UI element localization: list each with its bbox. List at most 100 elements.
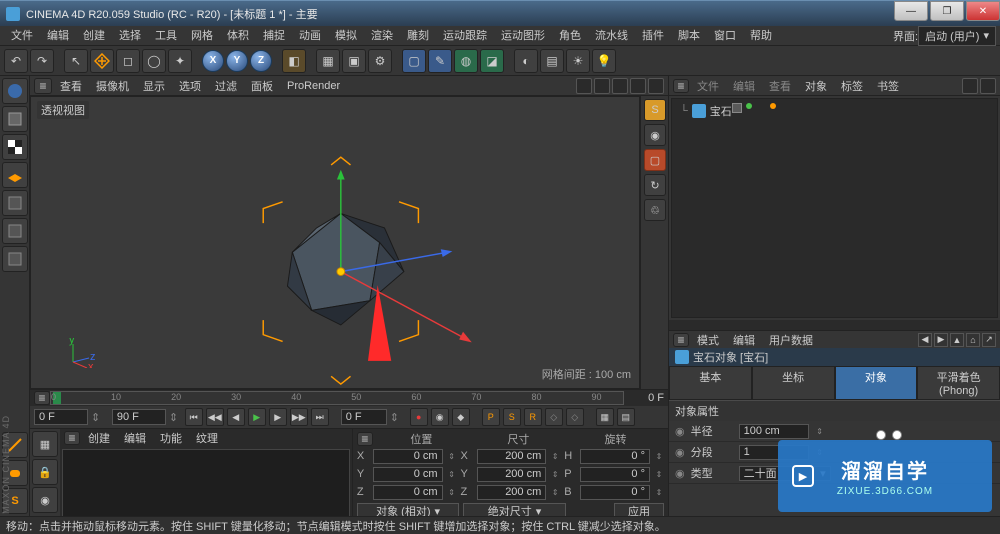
key-pos-button[interactable]: P [482,408,500,426]
viewport-config-icon[interactable]: ≡ [34,78,52,94]
viewport-menu-显示[interactable]: 显示 [137,78,171,94]
menu-工具[interactable]: 工具 [148,26,184,46]
visibility-dot-editor[interactable] [746,103,752,109]
render-region-button[interactable]: ▣ [342,49,366,73]
viewport-menu-查看[interactable]: 查看 [54,78,88,94]
attr-nav-lock[interactable]: ↗ [982,333,996,347]
key-rot-button[interactable]: R [524,408,542,426]
make-editable-button[interactable] [2,78,28,104]
size-X-input[interactable]: 200 cm [477,449,547,464]
object-tree[interactable]: └ 宝石 [671,98,998,318]
select-tool[interactable]: ↖ [64,49,88,73]
mat-tab-创建[interactable]: 创建 [82,430,116,446]
attr-tab-phong[interactable]: 平滑着色(Phong) [917,366,1000,400]
record-button[interactable]: ● [410,408,428,426]
viewport-layout-toggle[interactable] [648,78,664,94]
attr-nav-fwd[interactable]: ▶ [934,333,948,347]
obj-tab-查看[interactable]: 查看 [763,78,797,94]
playback-opt-1[interactable]: ▦ [596,408,614,426]
prev-key-button[interactable]: ◀◀ [206,408,224,426]
key-pla-button[interactable]: ◇ [566,408,584,426]
scale-tool[interactable]: ◻ [116,49,140,73]
close-button[interactable]: ✕ [966,1,1000,21]
next-key-button[interactable]: ▶▶ [290,408,308,426]
polygon-mode-button[interactable] [2,246,28,272]
redo-button[interactable]: ↷ [30,49,54,73]
attr-nav-back[interactable]: ◀ [918,333,932,347]
menu-动画[interactable]: 动画 [292,26,328,46]
attr-tab-edit[interactable]: 编辑 [727,332,761,348]
perspective-viewport[interactable]: 透视视图 [30,96,640,389]
prev-frame-button[interactable]: ◀ [227,408,245,426]
attr-tab-basic[interactable]: 基本 [669,366,752,400]
menu-运动跟踪[interactable]: 运动跟踪 [436,26,494,46]
last-tool[interactable]: ✦ [168,49,192,73]
coord-system-button[interactable]: ◧ [282,49,306,73]
viewport-menu-ProRender[interactable]: ProRender [281,80,346,92]
menu-插件[interactable]: 插件 [635,26,671,46]
menu-文件[interactable]: 文件 [4,26,40,46]
menu-编辑[interactable]: 编辑 [40,26,76,46]
attr-tab-mode[interactable]: 模式 [691,332,725,348]
edge-mode-button[interactable] [2,218,28,244]
key-param-button[interactable]: ◇ [545,408,563,426]
menu-流水线[interactable]: 流水线 [588,26,635,46]
vs-filter-3[interactable]: ▢ [644,149,666,171]
key-scale-button[interactable]: S [503,408,521,426]
menu-帮助[interactable]: 帮助 [743,26,779,46]
play-button[interactable]: ▶ [248,408,266,426]
mat-tab-纹理[interactable]: 纹理 [190,430,224,446]
coord-menu-icon[interactable]: ≡ [357,432,373,446]
tag-button[interactable]: 💡 [592,49,616,73]
maximize-button[interactable]: ❐ [930,1,964,21]
menu-选择[interactable]: 选择 [112,26,148,46]
menu-渲染[interactable]: 渲染 [364,26,400,46]
mat-tab-功能[interactable]: 功能 [154,430,188,446]
viewport-nav-3[interactable] [612,78,628,94]
attr-tab-userdata[interactable]: 用户数据 [763,332,819,348]
attr-menu-icon[interactable]: ≡ [673,333,689,347]
menu-创建[interactable]: 创建 [76,26,112,46]
viewport-menu-面板[interactable]: 面板 [245,78,279,94]
rot-B-input[interactable]: 0 ° [580,485,650,500]
timeline-menu-icon[interactable]: ≡ [34,391,50,405]
render-settings-button[interactable]: ⚙ [368,49,392,73]
rotate-tool[interactable]: ◯ [142,49,166,73]
mat-menu-icon[interactable]: ≡ [64,431,80,445]
viewport-nav-2[interactable] [594,78,610,94]
axis-y-toggle[interactable]: Y [226,50,248,72]
axis-x-toggle[interactable]: X [202,50,224,72]
mat-icon-2[interactable]: 🔒 [32,459,58,485]
undo-button[interactable]: ↶ [4,49,28,73]
viewport-nav-4[interactable] [630,78,646,94]
viewport-nav-1[interactable] [576,78,592,94]
playback-opt-2[interactable]: ▤ [617,408,635,426]
mat-icon-1[interactable]: ▦ [32,431,58,457]
attr-nav-home[interactable]: ⌂ [966,333,980,347]
tree-item-gem[interactable]: └ 宝石 [680,103,989,119]
phong-tag-icon[interactable] [770,103,776,109]
light-button[interactable]: ☀ [566,49,590,73]
keyframe-sel-button[interactable]: ◆ [452,408,470,426]
menu-窗口[interactable]: 窗口 [707,26,743,46]
next-frame-button[interactable]: ▶ [269,408,287,426]
obj-tab-标签[interactable]: 标签 [835,78,869,94]
obj-tab-对象[interactable]: 对象 [799,78,833,94]
menu-雕刻[interactable]: 雕刻 [400,26,436,46]
vs-filter-2[interactable]: ◉ [644,124,666,146]
radius-input[interactable]: 100 cm [739,424,809,439]
viewport-menu-过滤[interactable]: 过滤 [209,78,243,94]
vs-filter-1[interactable]: S [644,99,666,121]
timeline-ruler[interactable]: ≡ 0102030405060708090 0 F [30,390,668,406]
rot-P-input[interactable]: 0 ° [580,467,650,482]
goto-end-button[interactable]: ⏭ [311,408,329,426]
viewport-menu-选项[interactable]: 选项 [173,78,207,94]
render-view-button[interactable]: ▦ [316,49,340,73]
layout-dropdown[interactable]: 启动 (用户)▾ [918,26,996,46]
texture-mode-button[interactable] [2,134,28,160]
material-list[interactable] [62,449,350,518]
mat-icon-3[interactable]: ◉ [32,487,58,513]
attr-nav-up[interactable]: ▲ [950,333,964,347]
minimize-button[interactable]: — [894,1,928,21]
model-mode-button[interactable] [2,106,28,132]
